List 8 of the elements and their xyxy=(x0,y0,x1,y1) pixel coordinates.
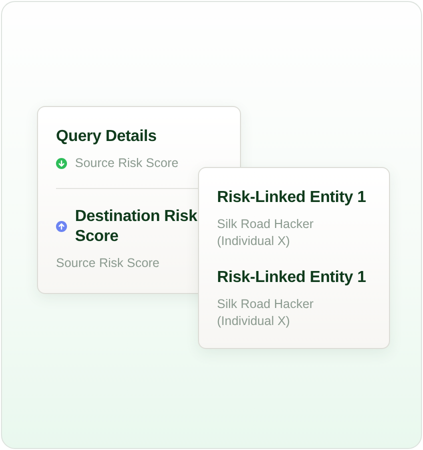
entity-description: Silk Road Hacker (Individual X) xyxy=(217,296,315,330)
score-label: Source Risk Score xyxy=(75,155,179,172)
entity-name: Risk-Linked Entity 1 xyxy=(217,188,367,208)
score-label: Source Risk Score xyxy=(56,254,161,272)
entity-name: Risk-Linked Entity 1 xyxy=(217,268,367,288)
section-heading: Destination Risk Score xyxy=(75,206,198,247)
card-title: Query Details xyxy=(56,127,158,147)
entity-description: Silk Road Hacker (Individual X) xyxy=(217,216,315,250)
